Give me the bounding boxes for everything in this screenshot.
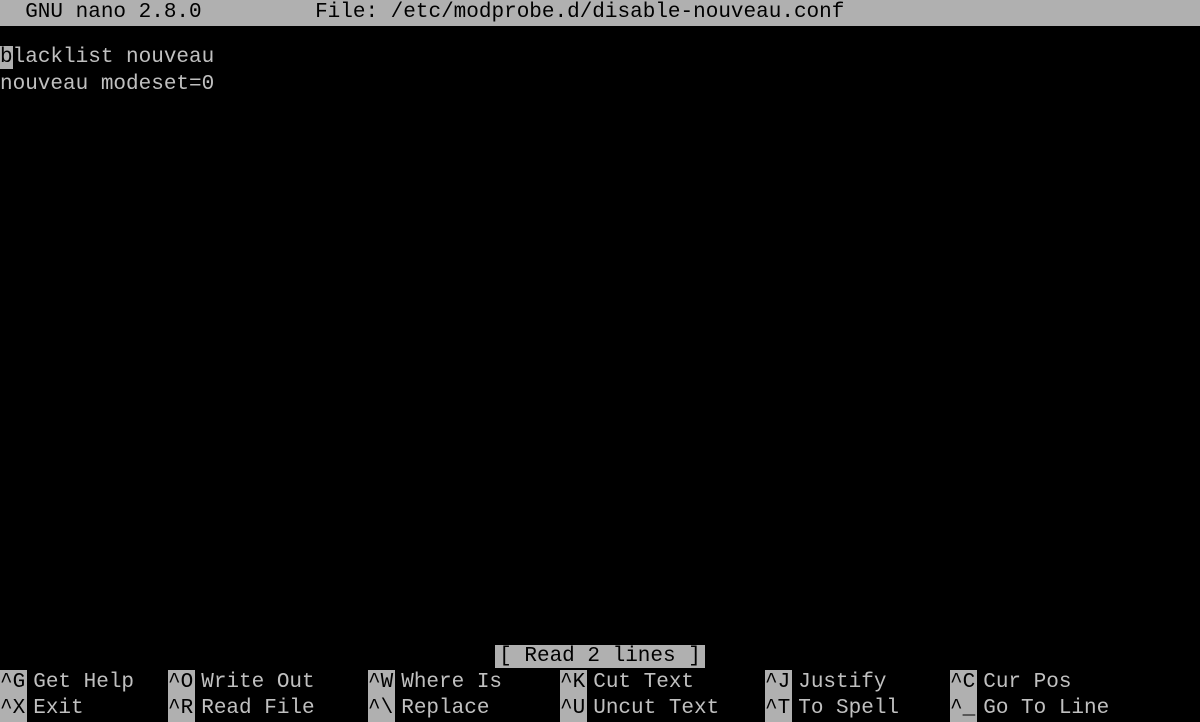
shortcut-label: Exit: [27, 696, 83, 722]
shortcut-write-out[interactable]: ^OWrite Out: [168, 670, 368, 696]
title-spacer: [202, 1, 315, 24]
shortcut-label: To Spell: [792, 696, 899, 722]
app-name: GNU nano 2.8.0: [0, 0, 202, 26]
shortcut-exit[interactable]: ^XExit: [0, 696, 168, 722]
file-label: File: /etc/modprobe.d/disable-nouveau.co…: [315, 0, 844, 26]
status-badge: [ Read 2 lines ]: [495, 645, 705, 668]
shortcut-cur-pos[interactable]: ^CCur Pos: [950, 670, 1200, 696]
key-label: ^C: [950, 670, 977, 696]
bottom-panel: [ Read 2 lines ] ^GGet Help ^OWrite Out …: [0, 644, 1200, 722]
shortcut-label: Uncut Text: [587, 696, 719, 722]
key-label: ^K: [560, 670, 587, 696]
key-label: ^O: [168, 670, 195, 696]
shortcut-rows: ^GGet Help ^OWrite Out ^WWhere Is ^KCut …: [0, 670, 1200, 722]
shortcut-read-file[interactable]: ^RRead File: [168, 696, 368, 722]
shortcut-uncut-text[interactable]: ^UUncut Text: [560, 696, 765, 722]
title-bar: GNU nano 2.8.0 File: /etc/modprobe.d/dis…: [0, 0, 1200, 26]
shortcut-label: Replace: [395, 696, 489, 722]
shortcut-label: Read File: [195, 696, 314, 722]
key-label: ^W: [368, 670, 395, 696]
shortcut-cut-text[interactable]: ^KCut Text: [560, 670, 765, 696]
key-label: ^U: [560, 696, 587, 722]
key-label: ^R: [168, 696, 195, 722]
status-line: [ Read 2 lines ]: [0, 644, 1200, 670]
cursor: b: [0, 46, 13, 69]
editor-line2: nouveau modeset=0: [0, 73, 214, 96]
shortcut-label: Justify: [792, 670, 886, 696]
shortcut-label: Cut Text: [587, 670, 694, 696]
shortcut-where-is[interactable]: ^WWhere Is: [368, 670, 560, 696]
shortcut-label: Where Is: [395, 670, 502, 696]
key-label: ^J: [765, 670, 792, 696]
key-label: ^G: [0, 670, 27, 696]
key-label: ^\: [368, 696, 395, 722]
key-label: ^T: [765, 696, 792, 722]
shortcut-label: Write Out: [195, 670, 314, 696]
shortcut-label: Go To Line: [977, 696, 1109, 722]
shortcut-label: Get Help: [27, 670, 134, 696]
shortcut-go-to-line[interactable]: ^_Go To Line: [950, 696, 1200, 722]
shortcut-get-help[interactable]: ^GGet Help: [0, 670, 168, 696]
key-label: ^X: [0, 696, 27, 722]
editor-line1: lacklist nouveau: [13, 46, 215, 69]
key-label: ^_: [950, 696, 977, 722]
shortcut-row-1: ^GGet Help ^OWrite Out ^WWhere Is ^KCut …: [0, 670, 1200, 696]
shortcut-row-2: ^XExit ^RRead File ^\Replace ^UUncut Tex…: [0, 696, 1200, 722]
shortcut-to-spell[interactable]: ^TTo Spell: [765, 696, 950, 722]
shortcut-replace[interactable]: ^\Replace: [368, 696, 560, 722]
editor-area[interactable]: blacklist nouveau nouveau modeset=0: [0, 26, 1200, 98]
shortcut-justify[interactable]: ^JJustify: [765, 670, 950, 696]
shortcut-label: Cur Pos: [977, 670, 1071, 696]
